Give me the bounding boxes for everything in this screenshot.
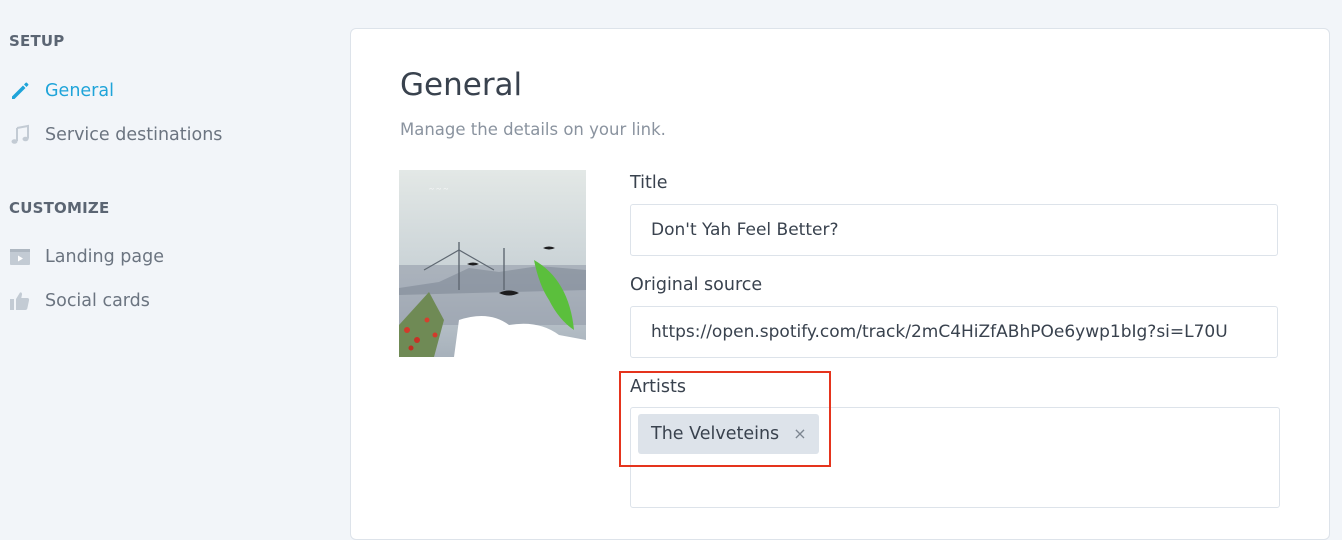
sidebar-item-label: Service destinations [45, 125, 223, 145]
original-source-input[interactable] [630, 306, 1278, 358]
artists-tag-input[interactable]: The Velveteins × [630, 407, 1280, 508]
remove-tag-icon[interactable]: × [793, 426, 806, 442]
landing-page-icon [9, 246, 31, 268]
sidebar-item-landing-page[interactable]: Landing page [9, 243, 164, 271]
cover-art-image[interactable]: ~ ~ ~ [399, 170, 586, 357]
section-title-setup: SETUP [9, 32, 65, 50]
original-source-label: Original source [630, 275, 763, 295]
sidebar-item-label: General [45, 81, 114, 101]
sidebar: SETUP General Service destinations CUSTO… [0, 0, 340, 521]
main-panel: General Manage the details on your link. [350, 28, 1330, 540]
thumbs-up-icon [9, 290, 31, 312]
page-title: General [400, 67, 523, 103]
sidebar-item-general[interactable]: General [9, 77, 114, 105]
sidebar-item-label: Social cards [45, 291, 150, 311]
svg-text:~ ~ ~: ~ ~ ~ [429, 184, 448, 194]
page-subtitle: Manage the details on your link. [400, 120, 666, 139]
artist-tag: The Velveteins × [638, 414, 819, 454]
sidebar-item-social-cards[interactable]: Social cards [9, 287, 150, 315]
artists-label: Artists [630, 377, 686, 397]
title-label: Title [630, 173, 668, 193]
pencil-icon [9, 80, 31, 102]
section-title-customize: CUSTOMIZE [9, 199, 110, 217]
artist-tag-label: The Velveteins [651, 424, 780, 444]
sidebar-item-label: Landing page [45, 247, 165, 267]
sidebar-item-service-destinations[interactable]: Service destinations [9, 121, 222, 149]
title-input[interactable] [630, 204, 1278, 256]
music-note-icon [9, 124, 31, 146]
